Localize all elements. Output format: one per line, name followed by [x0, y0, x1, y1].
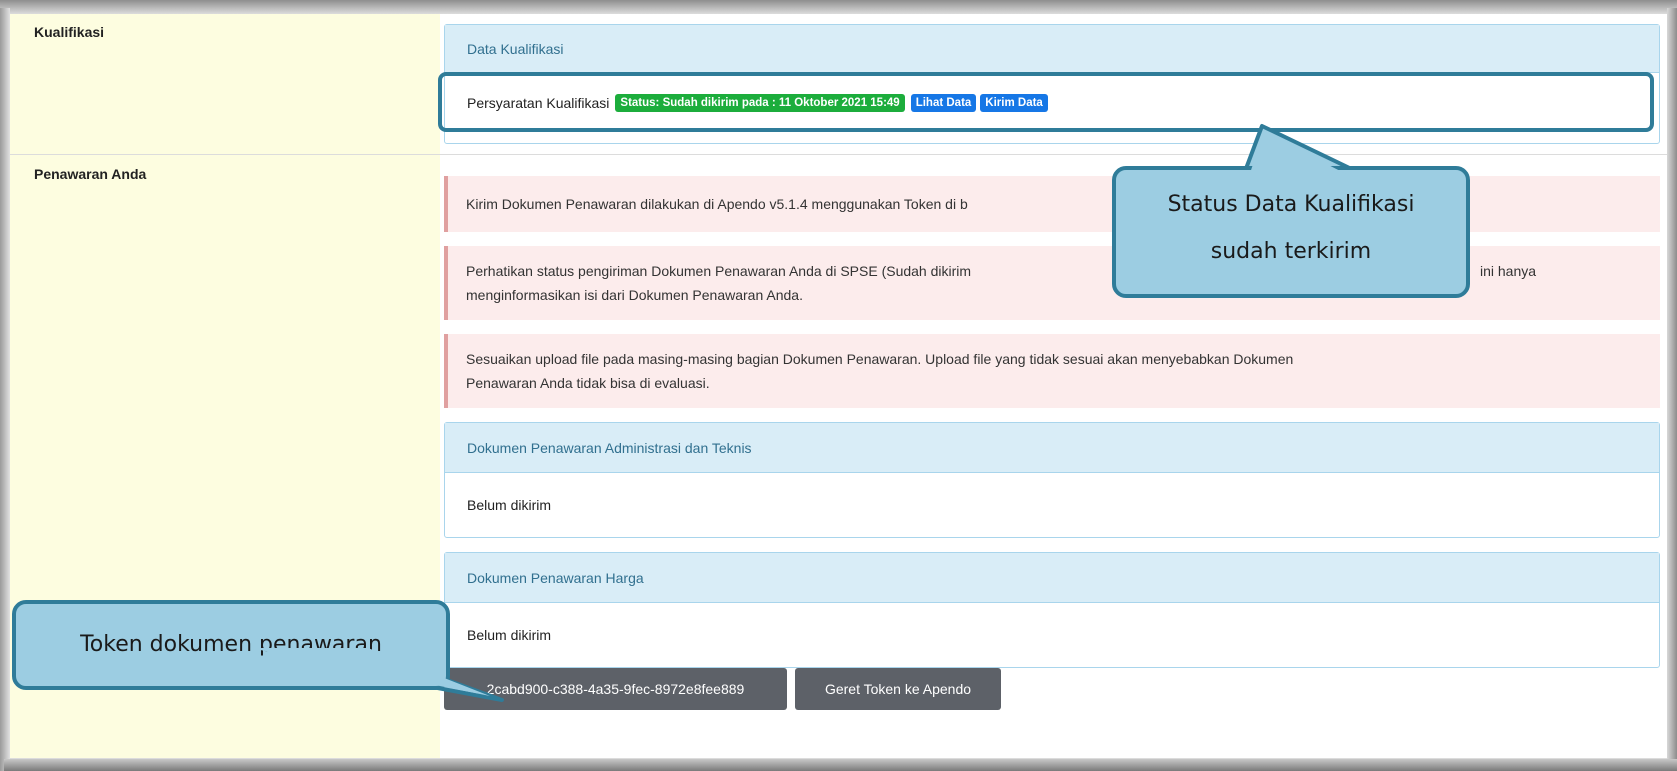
- alert-text: Penawaran Anda tidak bisa di evaluasi.: [466, 375, 710, 391]
- alert-text: Kirim Dokumen Penawaran dilakukan di Ape…: [466, 196, 968, 212]
- dokumen-administrasi-panel: Dokumen Penawaran Administrasi dan Tekni…: [444, 422, 1660, 538]
- alert-text: ini hanya: [1480, 263, 1537, 279]
- panel-heading: Data Kualifikasi: [445, 25, 1659, 73]
- callout-pointer-cover: [250, 648, 490, 696]
- frame-shadow: [0, 8, 10, 771]
- panel-heading: Dokumen Penawaran Harga: [445, 553, 1659, 603]
- kualifikasi-label-cell: Kualifikasi: [10, 14, 440, 154]
- frame-shadow: [4, 759, 1677, 771]
- alert-text: Perhatikan status pengiriman Dokumen Pen…: [466, 263, 972, 279]
- frame-shadow: [0, 0, 1677, 14]
- callout-pointer-cover: [1249, 132, 1350, 176]
- harga-status: Belum dikirim: [467, 627, 552, 643]
- alert-status: Perhatikan status pengiriman Dokumen Pen…: [444, 246, 1660, 320]
- callout-text: Status Data Kualifikasi: [1167, 192, 1415, 217]
- callout-text: sudah terkirim: [1210, 239, 1372, 264]
- panel-heading: Dokumen Penawaran Administrasi dan Tekni…: [445, 423, 1659, 473]
- status-callout: Status Data Kualifikasi sudah terkirim: [1112, 166, 1470, 298]
- kualifikasi-highlight: [438, 72, 1654, 132]
- penawaran-label: Penawaran Anda: [34, 166, 147, 182]
- alert-upload: Sesuaikan upload file pada masing-masing…: [444, 334, 1660, 408]
- geret-token-button[interactable]: Geret Token ke Apendo: [795, 668, 1001, 710]
- row-divider: [10, 758, 1667, 759]
- alert-text: Sesuaikan upload file pada masing-masing…: [466, 351, 1294, 367]
- admin-status: Belum dikirim: [467, 497, 552, 513]
- kualifikasi-label: Kualifikasi: [34, 24, 105, 40]
- frame-shadow: [1667, 8, 1677, 771]
- screenshot-frame: Kualifikasi Penawaran Anda Data Kualifik…: [0, 0, 1677, 771]
- alert-apendo: Kirim Dokumen Penawaran dilakukan di Ape…: [444, 176, 1660, 232]
- dokumen-harga-panel: Dokumen Penawaran Harga Belum dikirim: [444, 552, 1660, 668]
